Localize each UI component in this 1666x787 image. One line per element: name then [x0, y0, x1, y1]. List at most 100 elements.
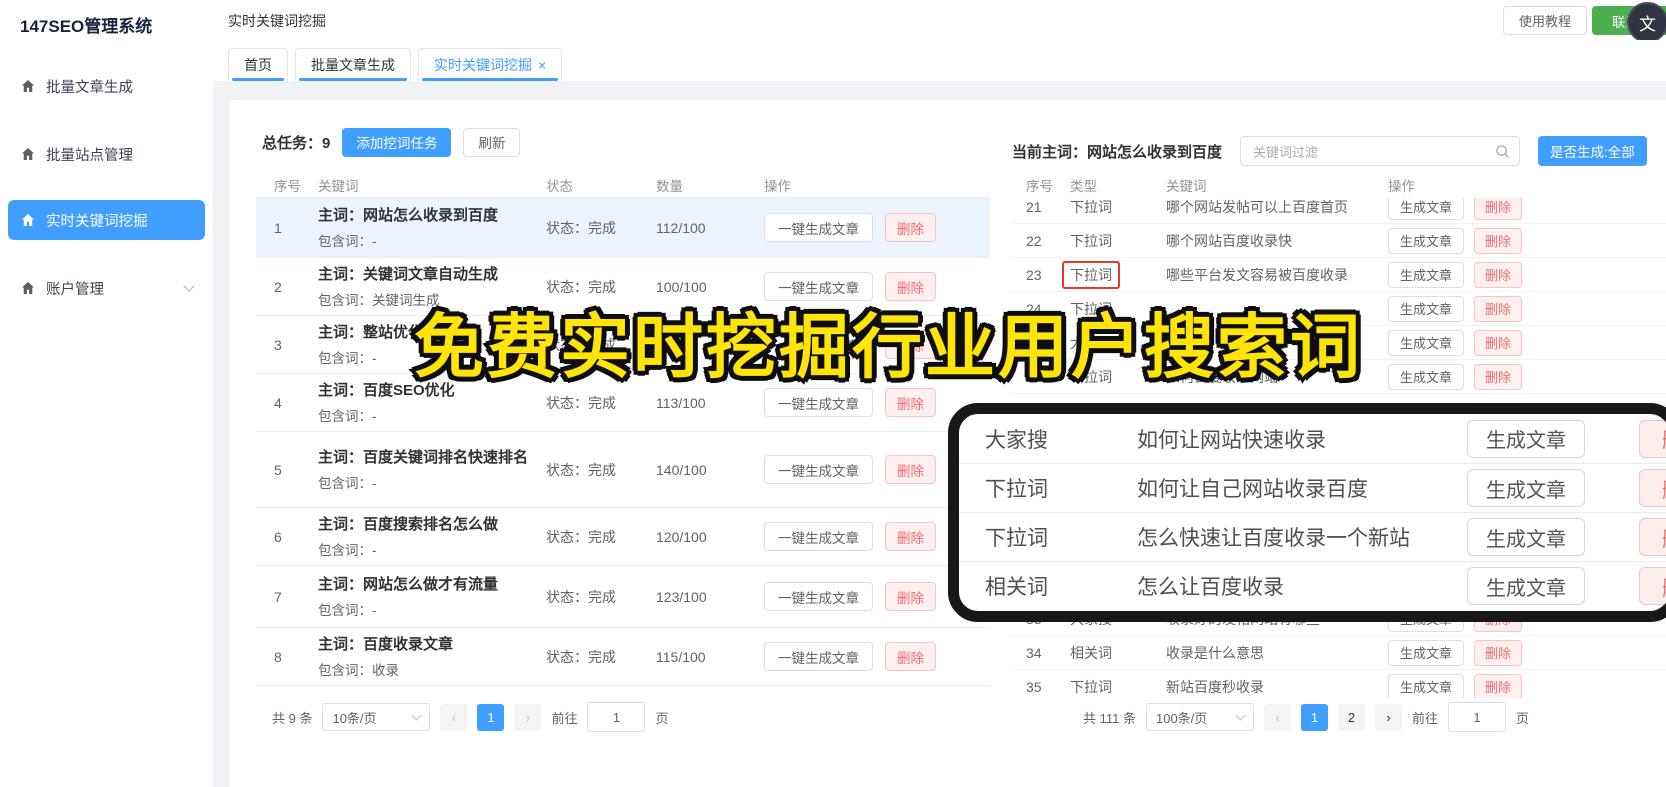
next-page-button[interactable]: ›	[1374, 703, 1402, 731]
page-size-select[interactable]: 10条/页	[322, 703, 431, 731]
generate-article-button[interactable]: 生成文章	[1388, 227, 1465, 254]
delete-button[interactable]: 删除	[885, 522, 936, 551]
generate-article-button[interactable]: 生成文章	[1467, 419, 1585, 458]
prev-page-button[interactable]: ‹	[440, 703, 468, 731]
sidebar-item-label: 批量文章生成	[46, 79, 133, 96]
generate-article-button[interactable]: 生成文章	[1388, 673, 1465, 698]
sidebar-item-batch-sites[interactable]: 批量站点管理	[8, 134, 205, 174]
task-status: 状态：完成	[546, 394, 616, 411]
tasks-table-body: 1 主词：网站怎么收录到百度 包含词：- 状态：完成 112/100 一键生成文…	[256, 198, 990, 686]
delete-button[interactable]: 删除	[1474, 363, 1523, 390]
goto-page-input[interactable]	[1448, 702, 1506, 732]
sidebar-item-label: 账户管理	[46, 281, 104, 298]
generate-article-button[interactable]: 生成文章	[1467, 469, 1585, 507]
task-main-word: 主词：网站怎么做才有流量	[318, 576, 499, 594]
table-row[interactable]: 5 主词：百度关键词排名快速排名 包含词：- 状态：完成 140/100 一键生…	[256, 432, 990, 508]
goto-page-input[interactable]	[587, 702, 646, 732]
row-index: 2	[274, 278, 282, 295]
generate-all-button[interactable]: 是否生成:全部	[1538, 136, 1647, 166]
tab-home[interactable]: 首页	[228, 48, 288, 81]
page-unit-label: 页	[655, 710, 669, 726]
generate-article-button[interactable]: 一键生成文章	[764, 522, 873, 551]
tab-label: 首页	[244, 57, 272, 73]
next-page-button[interactable]: ›	[514, 703, 542, 731]
generate-article-button[interactable]: 生成文章	[1388, 639, 1465, 666]
help-button[interactable]: 使用教程	[1503, 6, 1588, 35]
page-unit-label: 页	[1516, 710, 1530, 726]
sidebar-item-account[interactable]: 账户管理	[8, 268, 205, 308]
task-include-word: 包含词：收录	[318, 662, 399, 678]
col-status: 状态	[546, 178, 573, 194]
table-row[interactable]: 1 主词：网站怎么收录到百度 包含词：- 状态：完成 112/100 一键生成文…	[256, 198, 990, 258]
generate-article-button[interactable]: 生成文章	[1388, 198, 1465, 220]
table-row: 下拉词 如何让自己网站收录百度 生成文章 删除	[959, 463, 1666, 512]
translate-badge-icon[interactable]: 文	[1627, 2, 1666, 43]
delete-button[interactable]: 删除	[1474, 227, 1523, 254]
home-icon	[20, 78, 36, 94]
delete-button[interactable]: 删除	[1474, 198, 1523, 220]
prev-page-button[interactable]: ‹	[1263, 703, 1291, 731]
col-action: 操作	[764, 178, 791, 194]
home-icon	[20, 280, 36, 296]
delete-button[interactable]: 删除	[1639, 567, 1666, 605]
close-icon[interactable]: ×	[538, 57, 546, 73]
page-2-button[interactable]: 2	[1337, 703, 1365, 731]
delete-button[interactable]: 删除	[885, 642, 936, 671]
total-count-label: 共 111 条	[1083, 710, 1136, 726]
col-action: 操作	[1388, 179, 1415, 194]
delete-button[interactable]: 删除	[885, 582, 936, 611]
table-row[interactable]: 8 主词：百度收录文章 包含词：收录 状态：完成 115/100 一键生成文章 …	[256, 628, 990, 686]
app-brand: 147SEO管理系统	[20, 17, 153, 36]
row-index: 6	[274, 528, 282, 545]
generate-article-button[interactable]: 一键生成文章	[764, 642, 873, 671]
generate-article-button[interactable]: 生成文章	[1467, 567, 1585, 605]
keyword-text: 如何让自己网站收录百度	[1137, 478, 1368, 501]
page-size-select[interactable]: 100条/页	[1145, 703, 1254, 731]
generate-article-button[interactable]: 一键生成文章	[764, 455, 873, 484]
table-row[interactable]: 7 主词：网站怎么做才有流量 包含词：- 状态：完成 123/100 一键生成文…	[256, 566, 990, 628]
tasks-toolbar: 总任务：9 添加挖词任务 刷新	[262, 127, 521, 157]
task-main-word: 主词：百度关键词排名快速排名	[318, 449, 529, 467]
refresh-button[interactable]: 刷新	[463, 127, 521, 157]
delete-button[interactable]: 删除	[1639, 518, 1666, 556]
generate-article-button[interactable]: 生成文章	[1467, 518, 1585, 556]
generate-article-button[interactable]: 一键生成文章	[764, 388, 873, 417]
delete-button[interactable]: 删除	[1474, 261, 1523, 288]
delete-button[interactable]: 删除	[1474, 295, 1523, 322]
generate-article-button[interactable]: 生成文章	[1388, 261, 1465, 288]
delete-button[interactable]: 删除	[885, 388, 936, 417]
row-index: 3	[274, 336, 282, 353]
keywords-pagination: 共 111 条 100条/页 ‹ 1 2 › 前往 页	[1083, 702, 1529, 732]
keyword-text: 怎么让百度收录	[1137, 576, 1284, 599]
generate-article-button[interactable]: 生成文章	[1388, 363, 1465, 390]
delete-button[interactable]: 删除	[1474, 639, 1523, 666]
delete-button[interactable]: 删除	[885, 455, 936, 484]
task-main-word: 主词：百度收录文章	[318, 636, 454, 654]
generate-article-button[interactable]: 生成文章	[1388, 295, 1465, 322]
task-status: 状态：完成	[546, 588, 616, 605]
generate-article-button[interactable]: 一键生成文章	[764, 213, 873, 242]
generate-article-button[interactable]: 一键生成文章	[764, 582, 873, 611]
sidebar-item-realtime-keywords[interactable]: 实时关键词挖掘	[8, 200, 205, 240]
row-index: 35	[1026, 678, 1042, 695]
page-1-button[interactable]: 1	[1300, 703, 1328, 731]
delete-button[interactable]: 删除	[1639, 419, 1666, 458]
task-include-word: 包含词：-	[318, 475, 377, 491]
table-row: 下拉词 怎么快速让百度收录一个新站 生成文章 删除	[959, 512, 1666, 561]
chevron-down-icon	[412, 710, 422, 721]
keyword-text: 如何让网站快速收录	[1137, 428, 1326, 452]
tab-batch-articles[interactable]: 批量文章生成	[295, 48, 411, 81]
tab-realtime-keywords[interactable]: 实时关键词挖掘 ×	[418, 48, 563, 81]
keyword-filter-input[interactable]	[1251, 140, 1485, 164]
page-1-button[interactable]: 1	[477, 703, 505, 731]
add-task-button[interactable]: 添加挖词任务	[342, 127, 452, 157]
table-row[interactable]: 6 主词：百度搜索排名怎么做 包含词：- 状态：完成 120/100 一键生成文…	[256, 508, 990, 566]
page-title: 实时关键词挖掘	[228, 13, 326, 29]
generate-article-button[interactable]: 生成文章	[1388, 329, 1465, 356]
delete-button[interactable]: 删除	[1639, 469, 1666, 507]
sidebar-item-batch-articles[interactable]: 批量文章生成	[8, 66, 205, 106]
delete-button[interactable]: 删除	[885, 213, 936, 242]
delete-button[interactable]: 删除	[1474, 329, 1523, 356]
delete-button[interactable]: 删除	[1474, 673, 1523, 698]
col-keyword: 关键词	[318, 178, 359, 194]
